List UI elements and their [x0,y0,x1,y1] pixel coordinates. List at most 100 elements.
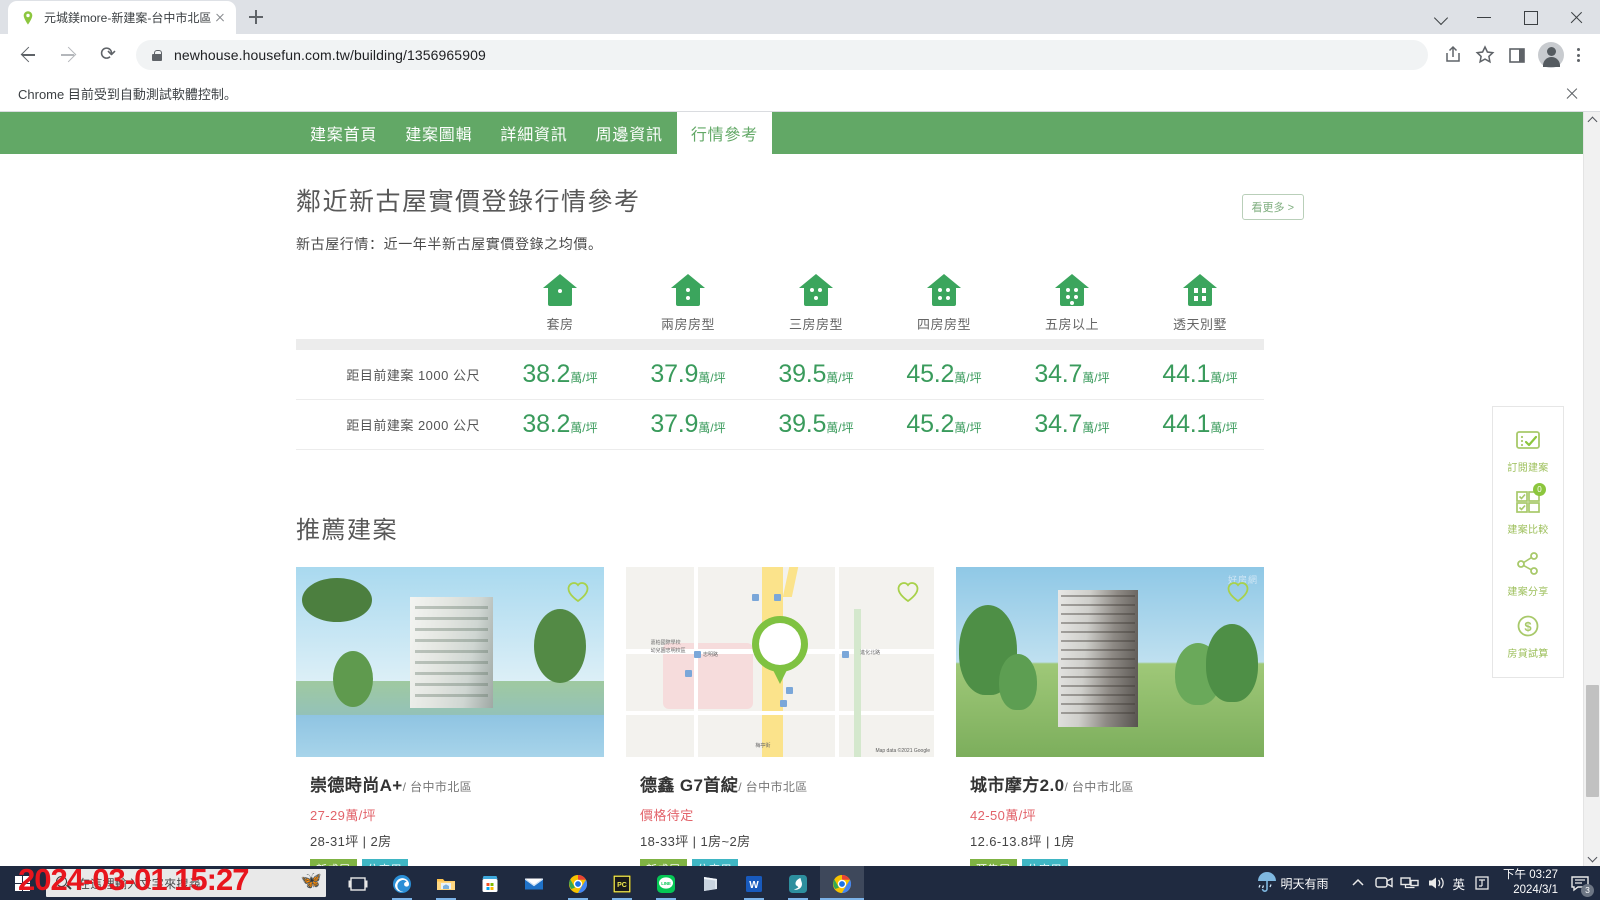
table-row: 距目前建案 2000 公尺 38.2萬/坪 37.9萬/坪 39.5萬/坪 45… [296,400,1264,450]
taskbar-clock[interactable]: 下午 03:27 2024/3/1 [1495,868,1566,898]
ime-mode-icon[interactable] [1469,866,1495,900]
price-table-header: 套房 兩房房型 [296,274,1264,339]
window-minimize-button[interactable] [1462,0,1508,34]
price-cell: 44.1萬/坪 [1136,410,1264,439]
line-icon[interactable]: LINE [644,866,688,900]
sidebar-item-compare[interactable]: 0 建案比較 [1493,479,1563,541]
window-controls [1422,0,1600,34]
microsoft-store-icon[interactable] [468,866,512,900]
recommend-card-list: 崇德時尚A+/ 台中市北區 27-29萬/坪 28-31坪 | 2房 新成屋 住… [296,567,1304,861]
card-price: 27-29萬/坪 [310,805,590,824]
price-value: 39.5 [778,410,826,438]
reload-icon[interactable]: ⟳ [92,39,124,71]
scrollbar-up-arrow-icon[interactable] [1584,112,1600,129]
price-reference-table: 套房 兩房房型 [296,274,1264,450]
tab-search-chevron-icon[interactable] [1422,0,1462,34]
file-explorer-icon[interactable] [424,866,468,900]
price-cell: 45.2萬/坪 [880,410,1008,439]
status-badge: 新成屋 [640,859,687,866]
weather-widget[interactable]: 明天有雨 [1254,866,1328,900]
sidebar-item-label: 建案分享 [1493,583,1563,598]
price-column-2room: 兩房房型 [624,274,752,339]
chrome-icon[interactable] [556,866,600,900]
card-image[interactable]: 嘉柏國際學校 幼兒園忠明校區 忠明路 進化北路 梅亭街 H Map [626,567,934,757]
mail-icon[interactable] [512,866,556,900]
sidebar-item-loan-calculator[interactable]: $ 房貸試算 [1493,603,1563,665]
profile-avatar[interactable] [1538,42,1564,68]
price-value: 45.2 [906,360,954,388]
bookmark-star-icon[interactable] [1470,40,1500,70]
new-tab-button[interactable] [242,3,270,31]
sidebar-item-subscribe[interactable]: 訂閱建案 [1493,417,1563,479]
price-cell: 38.2萬/坪 [496,410,624,439]
card-image[interactable] [296,567,604,757]
card-image[interactable]: 好房網 [956,567,1264,757]
list-item[interactable]: 嘉柏國際學校 幼兒園忠明校區 忠明路 進化北路 梅亭街 H Map [626,567,934,861]
map-label: 幼兒園忠明校區 [651,647,686,654]
site-nav-item-price-reference[interactable]: 行情參考 [677,112,772,154]
back-arrow-icon[interactable] [12,39,44,71]
site-nav-item-surroundings[interactable]: 周邊資訊 [582,112,677,154]
sidebar-item-share[interactable]: 建案分享 [1493,541,1563,603]
favorite-heart-icon[interactable] [1226,581,1250,603]
price-column-villa: 透天別墅 [1136,274,1264,339]
notification-center-button[interactable]: 3 [1566,866,1596,900]
infobar-close-icon[interactable] [1562,84,1582,104]
site-nav-item-details[interactable]: 詳細資訊 [486,112,581,154]
pycharm-icon[interactable]: PC [600,866,644,900]
list-item[interactable]: 好房網 城市摩方2.0/ 台中市北區 42-50萬/坪 12.6-13.8坪 |… [956,567,1264,861]
clock-date: 2024/3/1 [1503,883,1558,898]
price-unit: 萬/坪 [1082,371,1109,385]
favorite-heart-icon[interactable] [566,581,590,603]
sidebar-item-label: 建案比較 [1493,521,1563,536]
lock-icon [150,48,164,62]
address-bar[interactable]: newhouse.housefun.com.tw/building/135696… [136,40,1428,70]
scrollbar-down-arrow-icon[interactable] [1584,849,1600,866]
card-body: 德鑫 G7首綻/ 台中市北區 價格待定 18-33坪 | 1房~2房 新成屋 住… [626,757,934,861]
snipaste-icon[interactable] [776,866,820,900]
card-name-text: 德鑫 G7首綻 [640,776,738,795]
map-label: 梅亭街 [755,742,770,749]
volume-icon[interactable] [1423,866,1449,900]
table-row: 距目前建案 1000 公尺 38.2萬/坪 37.9萬/坪 39.5萬/坪 45… [296,350,1264,400]
card-price: 價格待定 [640,805,920,824]
tab-close-icon[interactable] [212,10,228,26]
map-label: 嘉柏國際學校 [651,639,681,646]
price-column-studio: 套房 [496,274,624,339]
map-label: 進化北路 [860,649,880,656]
site-nav-item-gallery[interactable]: 建案圖輯 [391,112,486,154]
price-value: 39.5 [778,360,826,388]
map-thumbnail-image: 嘉柏國際學校 幼兒園忠明校區 忠明路 進化北路 梅亭街 H Map [626,567,934,757]
price-column-label: 兩房房型 [624,314,752,333]
chrome-icon-active[interactable] [820,866,864,900]
card-tag-list: 新成屋 住商用 [640,859,920,866]
window-maximize-button[interactable] [1508,0,1554,34]
edge-icon[interactable] [380,866,424,900]
ime-language-indicator[interactable]: 英 [1449,874,1470,893]
word-icon[interactable]: W [732,866,776,900]
favorite-heart-icon[interactable] [896,581,920,603]
price-column-label: 四房房型 [880,314,1008,333]
network-icon[interactable] [1397,866,1423,900]
browser-tab[interactable]: 元城鎂more-新建案-台中市北區 [8,1,236,34]
share-icon[interactable] [1438,40,1468,70]
meet-now-icon[interactable] [1371,866,1397,900]
three-dot-menu-icon[interactable] [1564,40,1592,70]
price-row-label: 距目前建案 1000 公尺 [296,365,496,384]
side-panel-icon[interactable] [1502,40,1532,70]
onenote-icon[interactable] [688,866,732,900]
card-name-text: 崇德時尚A+ [310,776,403,795]
chevron-up-icon[interactable] [1345,866,1371,900]
see-more-button[interactable]: 看更多 > [1242,194,1304,220]
tab-title: 元城鎂more-新建案-台中市北區 [44,10,212,26]
map-pin-letter: H [752,616,808,672]
page-scrollbar[interactable] [1583,112,1600,866]
window-close-button[interactable] [1554,0,1600,34]
scrollbar-thumb[interactable] [1586,685,1599,797]
house-icon [671,274,705,306]
list-item[interactable]: 崇德時尚A+/ 台中市北區 27-29萬/坪 28-31坪 | 2房 新成屋 住… [296,567,604,861]
umbrella-rain-icon [1254,866,1280,900]
system-tray: 明天有雨 英 下午 03:27 2024/3/1 3 [1254,866,1600,900]
site-nav-item-home[interactable]: 建案首頁 [296,112,391,154]
task-view-icon[interactable] [336,866,380,900]
